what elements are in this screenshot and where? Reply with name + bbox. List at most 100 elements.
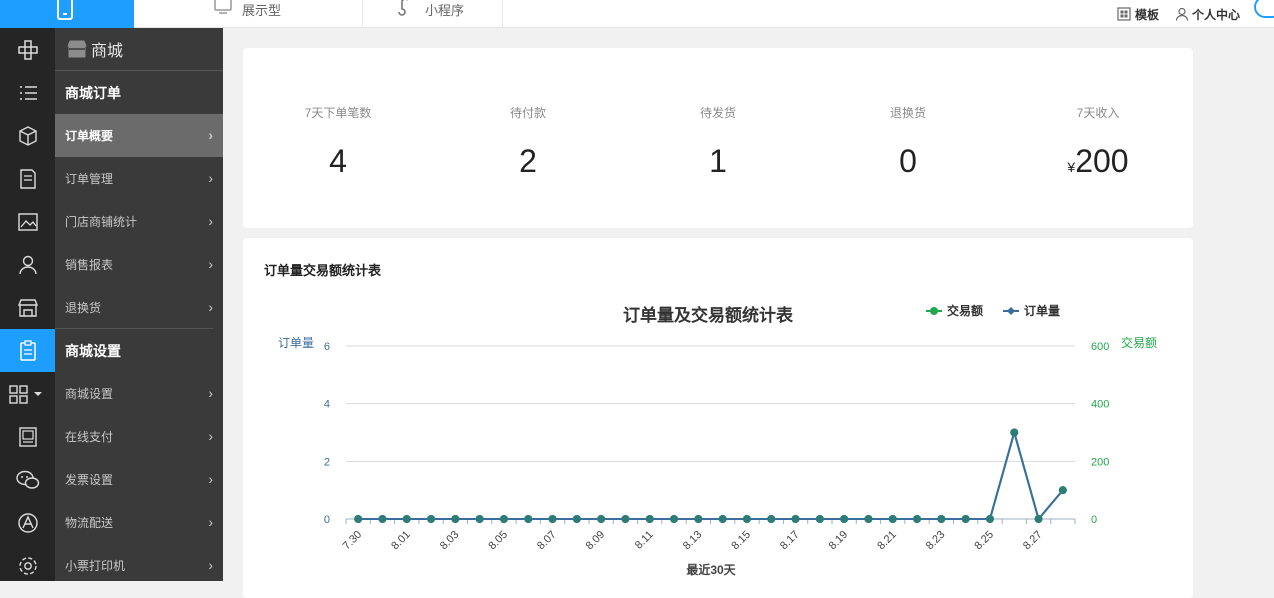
- user-icon: [18, 255, 37, 274]
- sidebar-item-sales-report[interactable]: 销售报表 ›: [55, 243, 223, 286]
- data-point: [937, 515, 946, 523]
- tab-showcase[interactable]: 展示型: [134, 0, 363, 28]
- rail-item-list[interactable]: [0, 71, 55, 114]
- chevron-right-icon: ›: [208, 471, 213, 487]
- data-point: [767, 515, 776, 523]
- data-point: [524, 515, 533, 523]
- sidebar-item-store-stats[interactable]: 门店商铺统计 ›: [55, 200, 223, 243]
- chevron-right-icon: ›: [208, 170, 213, 186]
- shop-a-icon: [17, 512, 38, 533]
- profile-button[interactable]: 个人中心: [1175, 0, 1240, 28]
- x-axis-label: 最近30天: [686, 562, 736, 577]
- stat-value-wrap: ¥200: [1003, 143, 1193, 180]
- x-tick-label: 8.21: [875, 529, 899, 553]
- sidebar-item-returns[interactable]: 退换货 ›: [55, 286, 223, 329]
- stat-label: 待付款: [509, 106, 546, 120]
- rail-item-clipboard[interactable]: [0, 329, 55, 372]
- rail-item-apps[interactable]: [0, 372, 55, 415]
- section-orders-label: 商城订单: [65, 84, 121, 101]
- data-point: [913, 515, 922, 523]
- stat-value: 4: [329, 143, 347, 179]
- chevron-right-icon: ›: [208, 514, 213, 530]
- section-orders: 商城订单: [55, 71, 223, 114]
- store-icon: [67, 40, 87, 58]
- mobile-icon: [57, 0, 73, 20]
- mini-program-icon: [398, 0, 408, 16]
- toggle-pill[interactable]: [1254, 0, 1274, 18]
- subnav-header-title: 商城: [91, 43, 124, 60]
- document-icon: [19, 168, 36, 189]
- x-tick-label: 8.17: [778, 529, 802, 553]
- stats-card: 7天下单笔数 4 待付款 2 待发货 1 退换货 0 7天收入 ¥200: [243, 48, 1193, 228]
- stat-label: 退换货: [889, 106, 926, 120]
- subnav-header: 商城: [55, 28, 223, 71]
- sidebar-item-invoice-settings[interactable]: 发票设置 ›: [55, 458, 223, 501]
- line-chart: 订单量及交易额统计表 交易额 订单量订单量 交易额024602004006007.30…: [278, 303, 1157, 577]
- section-settings-label: 商城设置: [65, 342, 121, 359]
- sidebar-item-mall-settings[interactable]: 商城设置 ›: [55, 372, 223, 415]
- chevron-right-icon: ›: [208, 256, 213, 272]
- data-point: [791, 515, 800, 523]
- x-tick-label: 8.19: [827, 529, 851, 553]
- rail-item-shop-a[interactable]: [0, 501, 55, 544]
- y-tick-right: 400: [1091, 399, 1109, 411]
- user-icon: [1175, 7, 1189, 21]
- chevron-right-icon: ›: [208, 299, 213, 315]
- sub-nav: 商城 商城订单 订单概要 › 订单管理 › 门店商铺统计 › 销售报表 › 退换…: [55, 28, 223, 581]
- sidebar-item-label: 退换货: [65, 301, 102, 315]
- data-point: [475, 515, 484, 523]
- data-point: [742, 515, 751, 523]
- rail-item-crosshair[interactable]: [0, 28, 55, 71]
- stat-value: 0: [899, 143, 917, 179]
- data-point: [1010, 428, 1019, 437]
- picture-frame-icon: [18, 426, 37, 447]
- rail-item-picture-frame[interactable]: [0, 415, 55, 458]
- sidebar-item-label: 商城设置: [65, 387, 114, 401]
- rail-item-wechat[interactable]: [0, 458, 55, 501]
- data-point: [645, 515, 654, 523]
- y-tick-left: 6: [324, 341, 330, 353]
- data-point: [864, 515, 873, 523]
- sidebar-item-logistics[interactable]: 物流配送 ›: [55, 501, 223, 544]
- template-button[interactable]: 模板: [1117, 0, 1159, 28]
- sidebar-item-label: 订单管理: [65, 172, 114, 186]
- sidebar-item-label: 发票设置: [65, 473, 114, 487]
- data-point: [961, 515, 970, 523]
- sidebar-item-label: 订单概要: [65, 129, 114, 143]
- top-bar: 展示型 小程序 模板 个人中心: [0, 0, 1274, 28]
- wechat-icon: [15, 470, 39, 489]
- rail-item-document[interactable]: [0, 157, 55, 200]
- y-tick-right: 0: [1091, 514, 1097, 526]
- rail-item-cube[interactable]: [0, 114, 55, 157]
- x-tick-label: 8.05: [486, 529, 510, 553]
- sidebar-item-online-payment[interactable]: 在线支付 ›: [55, 415, 223, 458]
- data-point: [815, 515, 824, 523]
- x-tick-label: 8.03: [438, 529, 462, 553]
- sidebar-item-order-management[interactable]: 订单管理 ›: [55, 157, 223, 200]
- data-point: [427, 515, 436, 523]
- y-tick-right: 600: [1091, 341, 1109, 353]
- rail-item-store[interactable]: [0, 286, 55, 329]
- rail-item-user[interactable]: [0, 243, 55, 286]
- apps-icon: [8, 384, 42, 404]
- mobile-logo-tab[interactable]: [0, 0, 134, 28]
- stat-value: 2: [519, 143, 537, 179]
- stat-value: 200: [1075, 143, 1129, 179]
- image-icon: [17, 212, 38, 231]
- chevron-right-icon: ›: [208, 127, 213, 143]
- legend-marker: [930, 307, 938, 315]
- sidebar-item-order-summary[interactable]: 订单概要 ›: [55, 114, 223, 157]
- sidebar-item-label: 销售报表: [65, 258, 114, 272]
- data-point: [621, 515, 630, 523]
- x-tick-label: 8.09: [584, 529, 608, 553]
- data-point: [451, 515, 460, 523]
- rail-item-image[interactable]: [0, 200, 55, 243]
- y-axis-left-label: 订单量: [278, 336, 314, 350]
- x-tick-label: 8.15: [729, 529, 753, 553]
- tab-mini-program[interactable]: 小程序: [363, 0, 503, 28]
- sidebar-item-label: 小票打印机: [65, 559, 126, 573]
- list-icon: [19, 85, 37, 100]
- chevron-right-icon: ›: [208, 385, 213, 401]
- x-tick-label: 8.01: [389, 529, 413, 553]
- x-tick-label: 8.07: [535, 529, 559, 553]
